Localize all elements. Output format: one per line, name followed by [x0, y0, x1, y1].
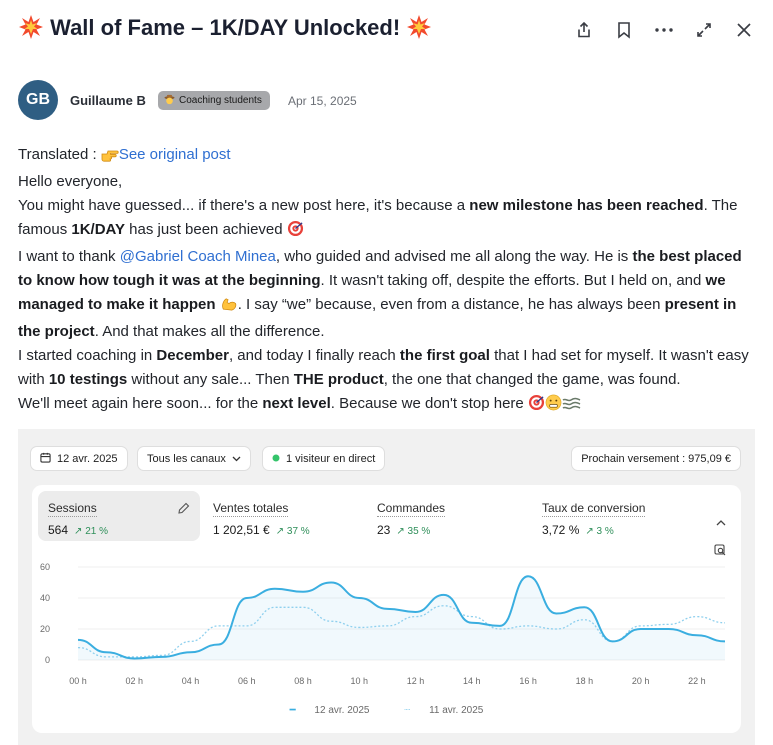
y-tick-label: 60 [40, 562, 50, 572]
post-date: Apr 15, 2025 [288, 94, 357, 108]
paragraph: We'll meet again here soon... for the ne… [18, 392, 758, 419]
metric-total-sales[interactable]: Ventes totales 1 202,51 € ↗ 37 % [203, 491, 363, 541]
role-badge: Coaching students [158, 91, 270, 110]
date-filter-pill[interactable]: 12 avr. 2025 [30, 446, 128, 471]
y-tick-label: 0 [45, 655, 50, 665]
see-original-link[interactable]: See original post [119, 146, 231, 163]
bookmark-icon[interactable] [610, 16, 638, 44]
flexed-biceps-icon [220, 295, 238, 320]
post-author: GB Guillaume B Coaching students Apr 15,… [18, 80, 618, 122]
pencil-icon[interactable] [178, 501, 190, 519]
live-visitors-pill[interactable]: 1 visiteur en direct [262, 446, 386, 471]
post-title: Wall of Fame – 1K/DAY Unlocked! [18, 14, 432, 41]
x-tick-label: 18 h [576, 676, 594, 686]
x-tick-label: 00 h [69, 676, 87, 686]
calendar-icon [40, 452, 51, 466]
x-tick-label: 04 h [182, 676, 200, 686]
current-series-area [78, 576, 725, 660]
pointing-hand-icon [101, 146, 119, 170]
paragraph: I want to thank @Gabriel Coach Minea, wh… [18, 248, 742, 340]
metric-sessions[interactable]: Sessions 564 ↗ 21 % [38, 491, 200, 541]
x-tick-label: 10 h [351, 676, 369, 686]
x-tick-label: 02 h [125, 676, 143, 686]
x-tick-label: 12 h [407, 676, 425, 686]
x-tick-label: 20 h [632, 676, 650, 686]
target-emoji-icon [287, 220, 304, 245]
channels-filter-pill[interactable]: Tous les canaux [137, 446, 251, 471]
chevron-up-icon[interactable] [716, 513, 726, 531]
grimacing-face-icon [545, 394, 562, 419]
post-header: Wall of Fame – 1K/DAY Unlocked! [18, 10, 758, 46]
x-tick-label: 08 h [294, 676, 312, 686]
cowboy-emoji-icon [164, 94, 175, 108]
badge-label: Coaching students [179, 95, 262, 106]
collision-emoji-icon [406, 14, 432, 40]
y-tick-label: 20 [40, 624, 50, 634]
legend-previous: ┈ 11 avr. 2025 [404, 705, 484, 716]
post-actions [570, 16, 758, 44]
mention-link[interactable]: @Gabriel Coach Minea [120, 248, 276, 265]
chart-legend: ━ 12 avr. 2025 ┈ 11 avr. 2025 [32, 705, 741, 716]
metric-orders[interactable]: Commandes 23 ↗ 35 % [367, 491, 527, 541]
payout-pill[interactable]: Prochain versement : 975,09 € [571, 446, 741, 471]
money-wings-icon [562, 395, 581, 419]
chevron-down-icon [232, 453, 241, 465]
x-tick-label: 06 h [238, 676, 256, 686]
collision-emoji-icon [18, 14, 44, 40]
more-icon[interactable] [650, 16, 678, 44]
share-icon[interactable] [570, 16, 598, 44]
paragraph: You might have guessed... if there's a n… [18, 194, 758, 245]
x-tick-label: 16 h [519, 676, 537, 686]
avatar[interactable]: GB [18, 80, 58, 120]
dashboard-screenshot: 12 avr. 2025 Tous les canaux 1 visiteur … [18, 429, 755, 745]
analytics-card: Sessions 564 ↗ 21 % Ventes totales 1 202,… [32, 485, 741, 733]
author-name[interactable]: Guillaume B [70, 93, 146, 108]
live-dot-icon [272, 453, 280, 465]
y-tick-label: 40 [40, 593, 50, 603]
legend-current: ━ 12 avr. 2025 [289, 705, 370, 716]
translation-line: Translated : See original post [18, 143, 758, 170]
target-emoji-icon [528, 394, 545, 419]
post-title-text: Wall of Fame – 1K/DAY Unlocked! [50, 15, 401, 40]
paragraph: I started coaching in December, and toda… [18, 347, 749, 388]
x-tick-label: 22 h [688, 676, 706, 686]
post-body: Translated : See original post Hello eve… [18, 143, 758, 419]
expand-icon[interactable] [690, 16, 718, 44]
paragraph: Hello everyone, [18, 173, 123, 190]
close-icon[interactable] [730, 16, 758, 44]
metric-conversion-rate[interactable]: Taux de conversion 3,72 % ↗ 3 % [532, 491, 697, 541]
x-tick-label: 14 h [463, 676, 481, 686]
sessions-line-chart: 0 20 40 60 00 h 02 h 04 h 06 h 08 h 10 h 12 h 14 h 1… [40, 562, 726, 686]
